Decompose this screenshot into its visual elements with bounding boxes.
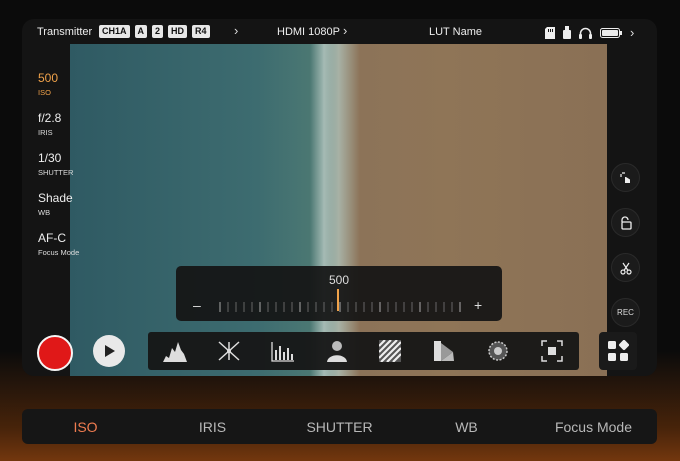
peaking-tool[interactable] <box>431 338 457 364</box>
iris-value: f/2.8 <box>38 111 62 125</box>
param-shutter[interactable]: 1/30 SHUTTER <box>38 151 98 177</box>
iso-value: 500 <box>38 71 59 85</box>
record-button[interactable] <box>37 335 73 371</box>
lut-tool[interactable] <box>485 338 511 364</box>
vectorscope-icon <box>271 342 294 362</box>
tab-iris[interactable]: IRIS <box>149 419 276 435</box>
tab-shutter[interactable]: SHUTTER <box>276 419 403 435</box>
zebra-tool[interactable] <box>377 338 403 364</box>
histogram-icon <box>162 342 187 362</box>
false-color-icon <box>326 341 347 362</box>
slider-value: 500 <box>328 273 350 287</box>
receiver-badge: R4 <box>192 25 210 38</box>
touch-icon <box>619 171 630 183</box>
mode-badge: A <box>134 25 148 38</box>
false-color-tool[interactable] <box>324 338 350 364</box>
slider-ticks[interactable] <box>218 301 466 313</box>
apps-menu-button[interactable] <box>599 332 637 370</box>
camera-feed <box>70 44 607 376</box>
iris-label: IRIS <box>38 128 53 137</box>
play-icon <box>105 345 115 357</box>
status-icons: › <box>545 25 634 40</box>
iso-slider-panel[interactable]: 500 – + <box>176 266 502 321</box>
touch-button[interactable] <box>611 163 640 192</box>
slider-indicator[interactable] <box>337 289 339 311</box>
wb-label: WB <box>38 208 51 217</box>
zebra-icon <box>379 340 402 362</box>
shutter-label: SHUTTER <box>38 168 74 177</box>
channel-badges: CH1A A 2 HD R4 <box>99 25 210 38</box>
monitor-screen: Transmitter CH1A A 2 HD R4 › HDMI 1080P … <box>22 19 657 376</box>
grid-icon <box>541 340 563 362</box>
chevron-right-icon[interactable]: › <box>234 23 238 38</box>
histogram-tool[interactable] <box>162 338 188 364</box>
focus-mode-label: Focus Mode <box>38 248 80 257</box>
cut-button[interactable] <box>611 253 640 282</box>
quality-badge: HD <box>168 25 188 38</box>
tools-toolbar <box>148 332 579 370</box>
playback-button[interactable] <box>93 335 125 367</box>
param-focus-mode[interactable]: AF-C Focus Mode <box>38 231 98 257</box>
shutter-value: 1/30 <box>38 151 62 165</box>
transmitter-label[interactable]: Transmitter <box>37 26 92 38</box>
lut-icon <box>488 341 508 361</box>
vectorscope-tool[interactable] <box>270 338 296 364</box>
channel-badge: CH1A <box>99 25 130 38</box>
chevron-right-icon[interactable]: › <box>630 25 634 40</box>
tab-wb[interactable]: WB <box>403 419 530 435</box>
grid-tool[interactable] <box>539 338 565 364</box>
top-status-bar: Transmitter CH1A A 2 HD R4 › HDMI 1080P … <box>22 19 657 44</box>
signal-format[interactable]: HDMI 1080P <box>277 26 340 38</box>
headphones-icon <box>579 27 592 39</box>
apps-grid-icon <box>608 340 629 361</box>
decrease-button[interactable]: – <box>193 297 201 313</box>
iso-label: ISO <box>38 88 51 97</box>
increase-button[interactable]: + <box>474 297 482 313</box>
param-iris[interactable]: f/2.8 IRIS <box>38 111 98 137</box>
lut-name[interactable]: LUT Name <box>429 26 482 38</box>
tab-focus-mode[interactable]: Focus Mode <box>530 419 657 435</box>
rec-small-button[interactable]: REC <box>611 298 640 327</box>
scissors-icon <box>619 262 632 275</box>
exposure-params: 500 ISO f/2.8 IRIS 1/30 SHUTTER Shade WB… <box>38 71 98 271</box>
battery-icon <box>600 27 622 38</box>
chevron-right-icon[interactable]: › <box>343 23 347 38</box>
waveform-tool[interactable] <box>216 338 242 364</box>
count-badge: 2 <box>152 25 164 38</box>
sd-card-icon <box>545 26 555 39</box>
param-iso[interactable]: 500 ISO <box>38 71 98 97</box>
side-buttons: REC <box>611 163 641 343</box>
shoreline-foam <box>310 44 338 376</box>
waveform-icon <box>218 341 240 361</box>
peaking-icon <box>434 341 455 361</box>
wb-value: Shade <box>38 191 73 205</box>
usb-icon <box>563 26 571 39</box>
lock-button[interactable] <box>611 208 640 237</box>
unlock-icon <box>620 215 632 230</box>
param-wb[interactable]: Shade WB <box>38 191 98 217</box>
parameter-tabs: ISO IRIS SHUTTER WB Focus Mode <box>22 409 657 444</box>
focus-mode-value: AF-C <box>38 231 66 245</box>
tab-iso[interactable]: ISO <box>22 419 149 435</box>
